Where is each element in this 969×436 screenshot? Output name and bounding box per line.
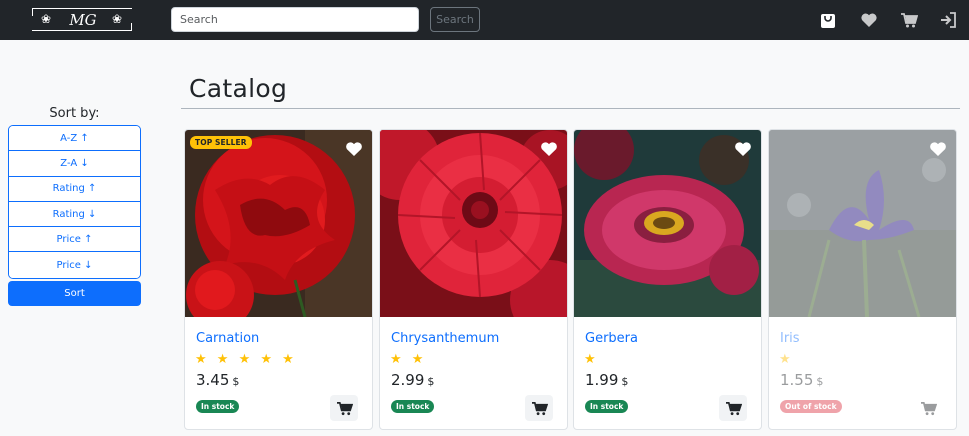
favorite-heart-icon[interactable] xyxy=(734,141,752,157)
navbar: ❀ MG ❀ Search xyxy=(0,0,969,40)
sort-option-a-z[interactable]: A-Z ↑ xyxy=(9,126,140,152)
stock-badge: Out of stock xyxy=(780,400,842,413)
cart-icon xyxy=(725,401,742,415)
cart-icon[interactable] xyxy=(900,11,918,29)
favorite-heart-icon[interactable] xyxy=(929,141,947,157)
sort-button[interactable]: Sort xyxy=(8,281,141,306)
product-card[interactable]: Iris ★ 1.55 $ Out of stock xyxy=(768,129,957,430)
search-button[interactable]: Search xyxy=(430,7,480,32)
product-price: 3.45 $ xyxy=(196,371,240,389)
add-to-cart-button[interactable] xyxy=(330,395,358,421)
rating-stars: ★ ★ xyxy=(390,352,427,367)
product-name[interactable]: Chrysanthemum xyxy=(391,331,499,346)
product-name[interactable]: Gerbera xyxy=(585,331,638,346)
product-card[interactable]: Gerbera ★ 1.99 $ In stock xyxy=(573,129,762,430)
search-input[interactable] xyxy=(171,7,419,32)
stock-badge: In stock xyxy=(585,400,629,413)
sign-out-icon[interactable] xyxy=(939,11,957,29)
product-name[interactable]: Iris xyxy=(780,331,800,346)
product-image[interactable] xyxy=(574,130,761,317)
cart-icon xyxy=(920,401,937,415)
lotus-icon: ❀ xyxy=(41,12,52,26)
sort-option-rating-asc[interactable]: Rating ↑ xyxy=(9,176,140,202)
product-card[interactable]: TOP SELLER Carnation ★ ★ ★ ★ ★ 3.45 $ In … xyxy=(184,129,373,430)
sort-option-rating-desc[interactable]: Rating ↓ xyxy=(9,201,140,228)
product-price: 1.55 $ xyxy=(780,371,824,389)
page-title: Catalog xyxy=(189,74,288,103)
rating-stars: ★ xyxy=(779,352,794,367)
product-name[interactable]: Carnation xyxy=(196,331,259,346)
rating-stars: ★ ★ ★ ★ ★ xyxy=(195,352,297,367)
product-image[interactable] xyxy=(380,130,567,317)
sort-option-z-a[interactable]: Z-A ↓ xyxy=(9,151,140,177)
logo[interactable]: ❀ MG ❀ xyxy=(32,8,132,31)
sort-label: Sort by: xyxy=(49,106,100,121)
add-to-cart-button[interactable] xyxy=(719,395,747,421)
stock-badge: In stock xyxy=(391,400,435,413)
favorite-heart-icon[interactable] xyxy=(540,141,558,157)
product-card[interactable]: Chrysanthemum ★ ★ 2.99 $ In stock xyxy=(379,129,568,430)
sort-option-price-desc[interactable]: Price ↓ xyxy=(9,252,140,278)
product-price: 2.99 $ xyxy=(391,371,435,389)
favorite-heart-icon[interactable] xyxy=(345,141,363,157)
add-to-cart-button[interactable] xyxy=(525,395,553,421)
lotus-icon: ❀ xyxy=(111,12,122,26)
add-to-cart-button xyxy=(914,395,942,421)
title-divider xyxy=(181,108,960,109)
stock-badge: In stock xyxy=(196,400,240,413)
rating-stars: ★ xyxy=(584,352,599,367)
cart-icon xyxy=(336,401,353,415)
sort-option-price-asc[interactable]: Price ↑ xyxy=(9,227,140,253)
product-image[interactable]: TOP SELLER xyxy=(185,130,372,317)
product-image[interactable] xyxy=(769,130,956,317)
cart-icon xyxy=(531,401,548,415)
heart-icon[interactable] xyxy=(860,11,878,29)
shopping-bag-icon[interactable] xyxy=(819,11,837,29)
sort-options: A-Z ↑ Z-A ↓ Rating ↑ Rating ↓ Price ↑ Pr… xyxy=(8,125,141,279)
product-price: 1.99 $ xyxy=(585,371,629,389)
logo-text: MG xyxy=(69,11,97,29)
top-seller-badge: TOP SELLER xyxy=(190,136,252,149)
